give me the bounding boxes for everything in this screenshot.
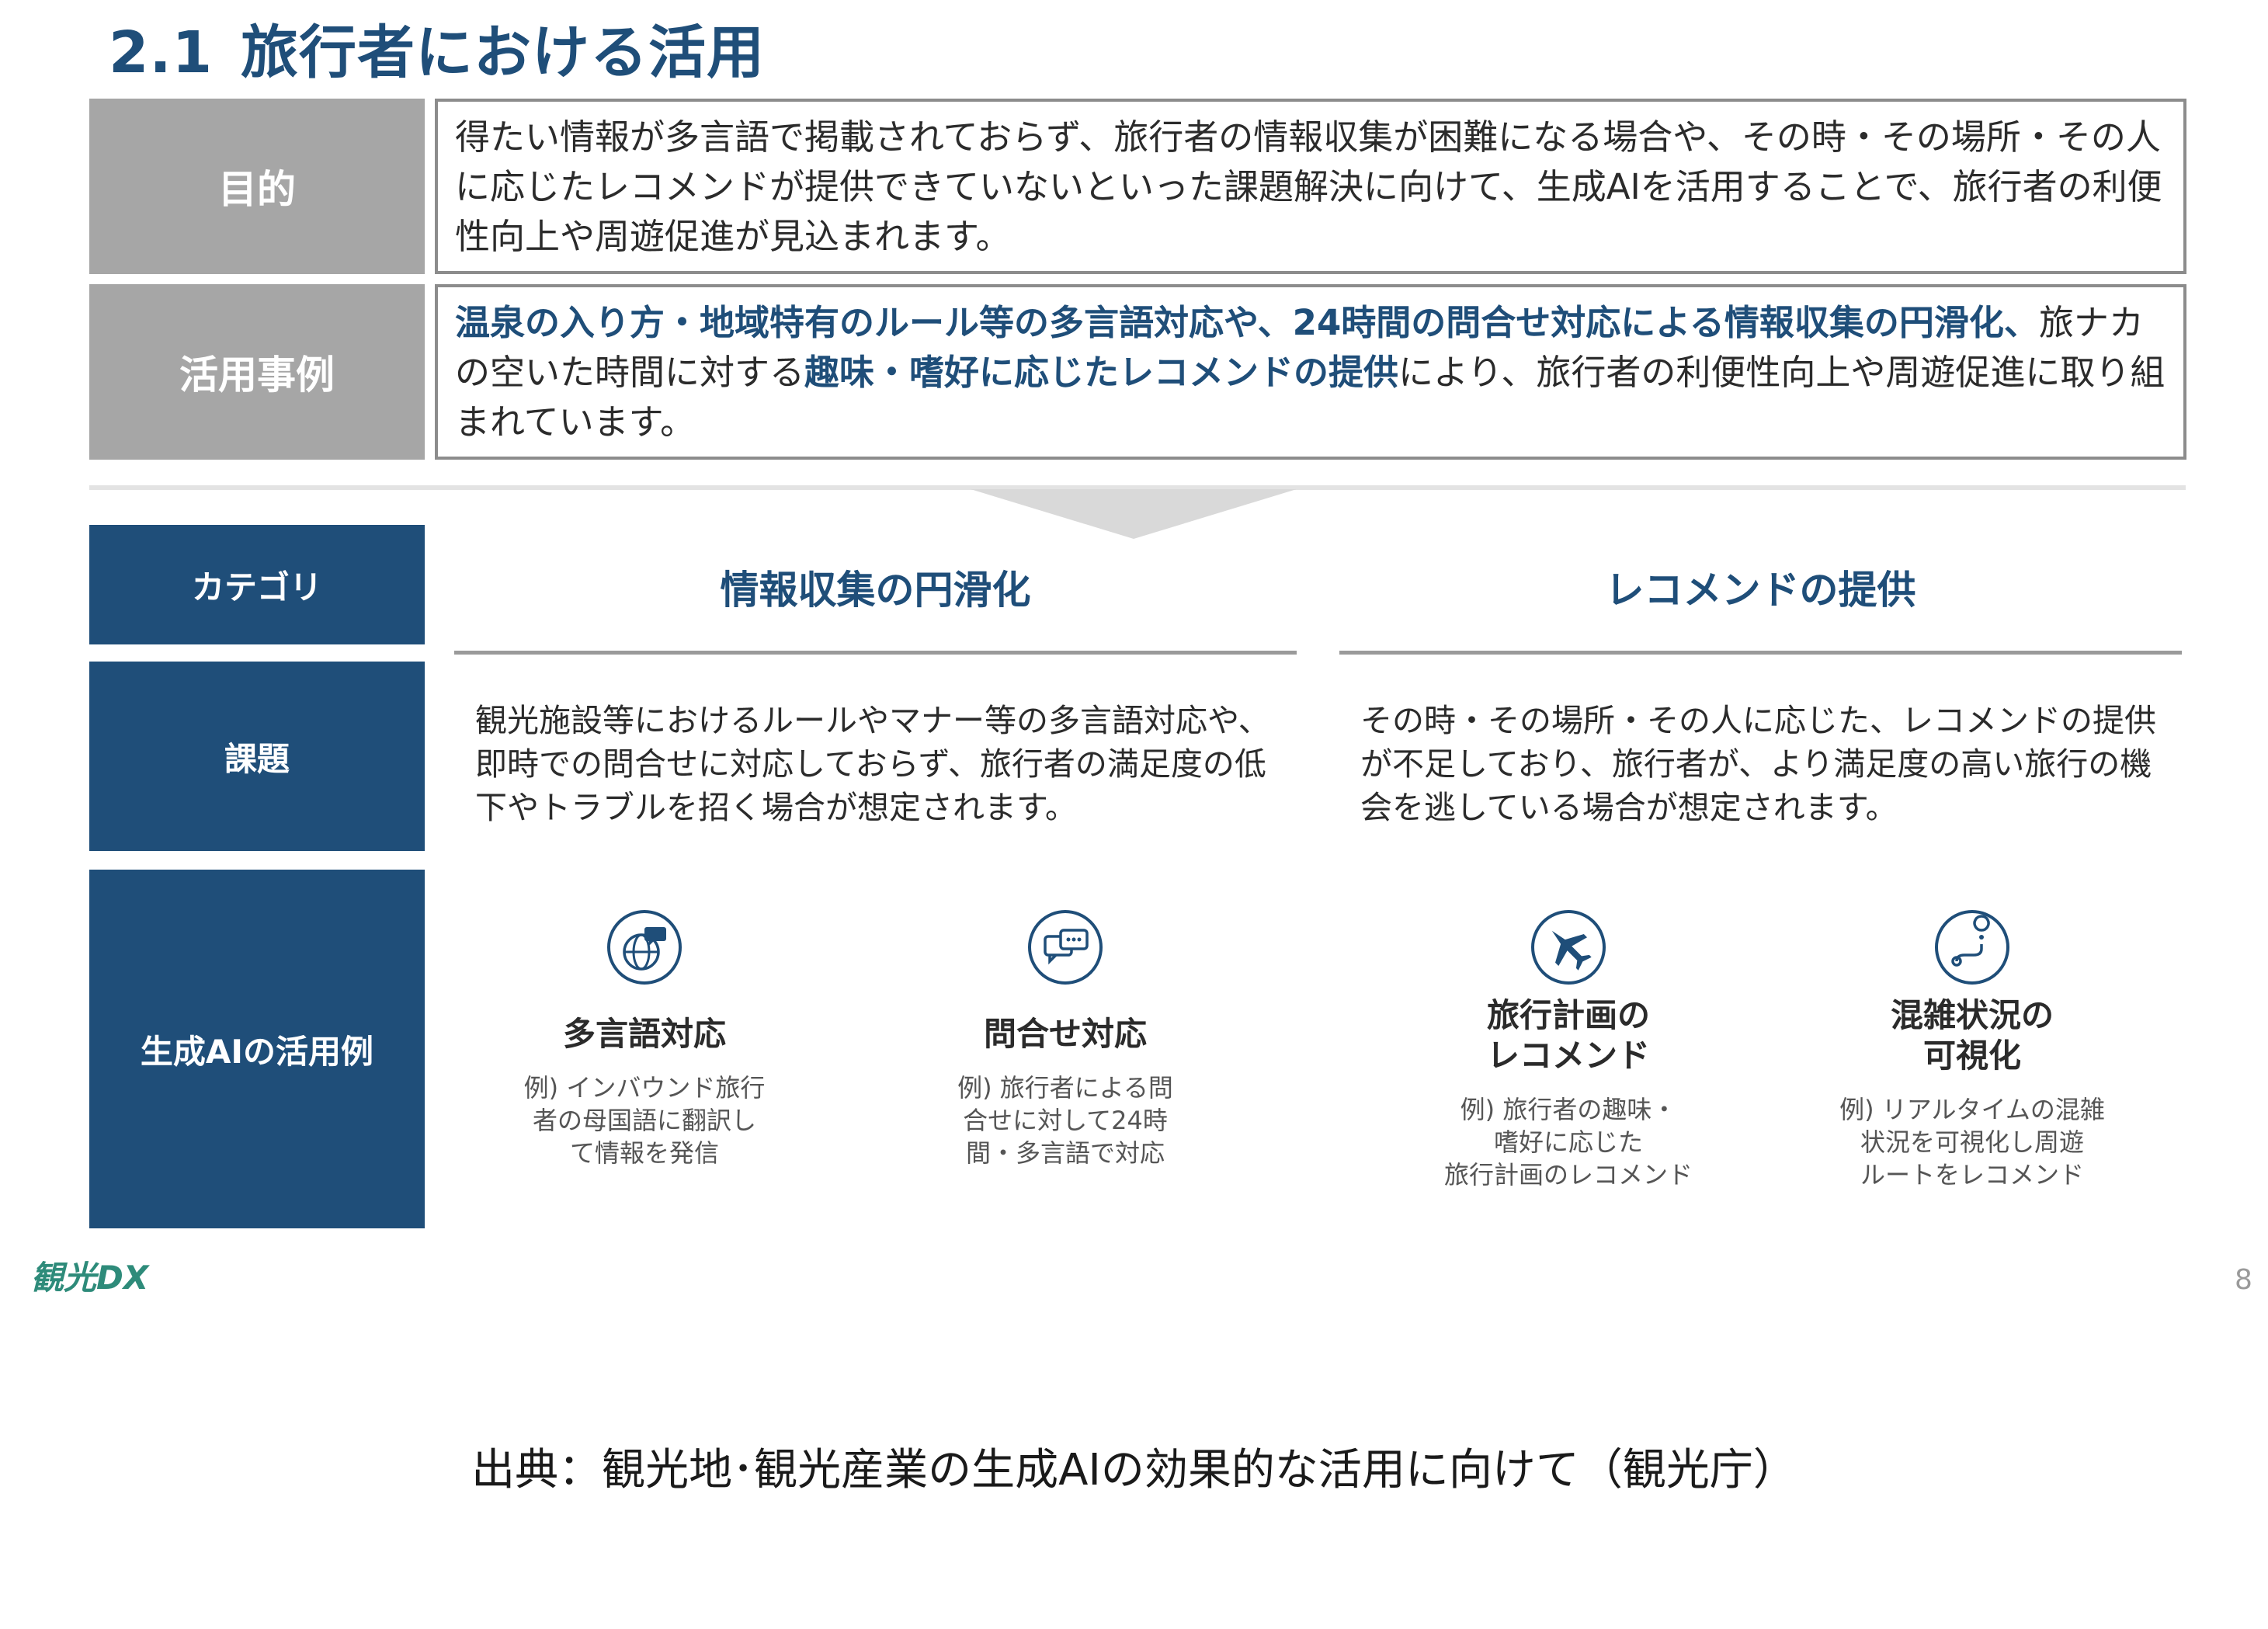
issue-text-recommend: その時・その場所・その人に応じた、レコメンドの提供が不足しており、旅行者が、より…	[1360, 702, 2156, 826]
usecase-title-line2: レコメンド	[1486, 1037, 1650, 1075]
usecase-title: 多言語対応	[562, 1015, 726, 1053]
usecase-desc-line: 状況を可視化し周遊	[1860, 1127, 2084, 1157]
kanko-dx-logo: 観光DX	[31, 1259, 149, 1297]
usecase-multilingual: 多言語対応 例) インバウンド旅行 者の母国語に翻訳し て情報を発信	[481, 908, 808, 1169]
usecase-desc-line: 合せに対して24時	[963, 1106, 1168, 1135]
usecase-title: 混雑状況の	[1890, 996, 2054, 1034]
usecase-congestion: 混雑状況の 可視化 例) リアルタイムの混雑 状況を可視化し周遊 ルートをレコメ…	[1809, 908, 2135, 1191]
issue-label: 課題	[89, 662, 425, 851]
usecase-desc-line: 例) リアルタイムの混雑	[1839, 1095, 2105, 1124]
column-underline-recommend	[1339, 651, 2182, 655]
usecase-desc-line: て情報を発信	[569, 1138, 719, 1168]
usecase-title: 問合せ対応	[983, 1015, 1147, 1053]
category-label: カテゴリ	[89, 525, 425, 644]
slide-title: 2.1 旅行者における活用	[109, 6, 765, 89]
page-number: 8	[2235, 1264, 2252, 1296]
purpose-label-text: 目的	[218, 167, 296, 212]
globe-icon	[607, 910, 682, 985]
down-arrow-icon	[971, 489, 1297, 539]
airplane-icon	[1531, 910, 1606, 985]
genai-label: 生成AIの活用例	[89, 870, 425, 1228]
usecase-title-line2: 可視化	[1922, 1037, 2021, 1075]
route-icon	[1935, 910, 2009, 985]
usecase-desc-line: 例) 旅行者による問	[957, 1073, 1173, 1103]
usecase-desc-line: ルートをレコメンド	[1860, 1160, 2084, 1190]
usecase-title: 旅行計画の	[1486, 996, 1650, 1034]
usecase-inquiry: 問合せ対応 例) 旅行者による問 合せに対して24時 間・多言語で対応	[902, 908, 1228, 1169]
usecase-desc-line: 例) 旅行者の趣味・	[1460, 1095, 1677, 1124]
usecase-desc: 例) インバウンド旅行 者の母国語に翻訳し て情報を発信	[481, 1072, 808, 1169]
usecase-desc-line: 例) インバウンド旅行	[523, 1073, 766, 1103]
examples-label: 活用事例	[89, 284, 425, 460]
issue-text-info: 観光施設等におけるルールやマナー等の多言語対応や、即時での問合せに対応しておらず…	[475, 702, 1270, 826]
examples-text: 温泉の入り方・地域特有のルール等の多言語対応や、24時間の問合せ対応による情報収…	[435, 284, 2186, 460]
column-title-recommend: レコメンドの提供	[1605, 568, 1916, 613]
section-number: 2.1	[109, 19, 214, 86]
examples-highlight-2: 趣味・嗜好に応じたレコメンドの提供	[804, 352, 1399, 393]
examples-highlight-1: 温泉の入り方・地域特有のルール等の多言語対応や、24時間の問合せ対応による情報収…	[455, 302, 2039, 343]
usecase-desc-line: 者の母国語に翻訳し	[532, 1106, 756, 1135]
purpose-text: 得たい情報が多言語で掲載されておらず、旅行者の情報収集が困難になる場合や、その時…	[435, 99, 2186, 274]
usecase-desc: 例) リアルタイムの混雑 状況を可視化し周遊 ルートをレコメンド	[1809, 1093, 2135, 1191]
usecase-desc-line: 間・多言語で対応	[965, 1138, 1165, 1168]
examples-label-text: 活用事例	[179, 353, 335, 398]
column-title-info: 情報収集の円滑化	[720, 568, 1031, 613]
genai-label-text: 生成AIの活用例	[140, 1032, 374, 1071]
usecase-desc-line: 旅行計画のレコメンド	[1443, 1160, 1693, 1190]
issue-label-text: 課題	[224, 739, 290, 778]
usecase-travel-plan: 旅行計画の レコメンド 例) 旅行者の趣味・ 嗜好に応じた 旅行計画のレコメンド	[1405, 908, 1731, 1191]
category-label-text: カテゴリ	[191, 568, 322, 606]
usecase-desc-line: 嗜好に応じた	[1493, 1127, 1643, 1157]
usecase-desc: 例) 旅行者の趣味・ 嗜好に応じた 旅行計画のレコメンド	[1405, 1093, 1731, 1191]
section-title: 旅行者における活用	[241, 19, 765, 86]
purpose-text-body: 得たい情報が多言語で掲載されておらず、旅行者の情報収集が困難になる場合や、その時…	[455, 116, 2162, 257]
chat-icon	[1028, 910, 1103, 985]
purpose-label: 目的	[89, 99, 425, 274]
column-underline-info	[454, 651, 1297, 655]
source-citation: 出典：観光地･観光産業の生成AIの効果的な活用に向けて（観光庁）	[471, 1445, 1797, 1495]
usecase-desc: 例) 旅行者による問 合せに対して24時 間・多言語で対応	[902, 1072, 1228, 1169]
